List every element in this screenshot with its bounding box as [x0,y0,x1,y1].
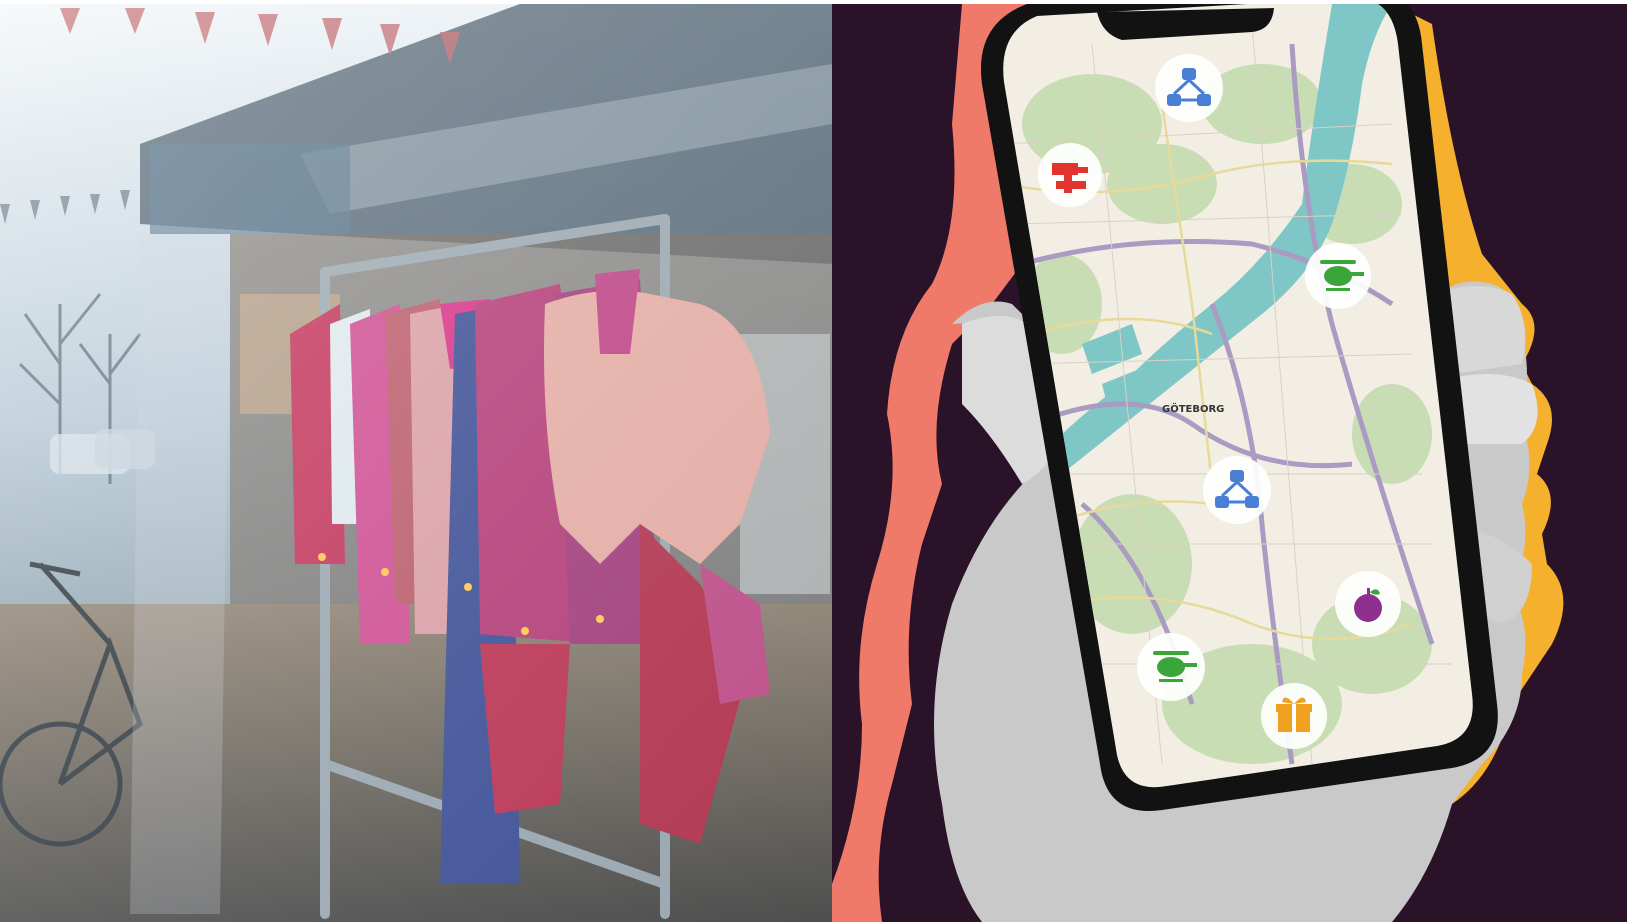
composite-image: GÖTEBORG [0,0,1627,922]
map-city-label: GÖTEBORG [1162,401,1224,415]
phone-map-graphic: GÖTEBORG [832,4,1627,922]
map-marker-network-top[interactable] [1155,54,1223,122]
map-marker-gift[interactable] [1261,683,1327,749]
hand-phone-illustration: GÖTEBORG [832,4,1627,922]
map-marker-apple[interactable] [1335,571,1401,637]
clothing-rack-photo [0,4,832,922]
map-marker-helicopter-right[interactable] [1305,243,1371,309]
map-marker-helicopter-bottom[interactable] [1137,633,1205,701]
map-marker-hammer[interactable] [1038,143,1102,207]
map-marker-network-center[interactable] [1203,456,1271,524]
clothing-rack-illustration [0,4,832,922]
